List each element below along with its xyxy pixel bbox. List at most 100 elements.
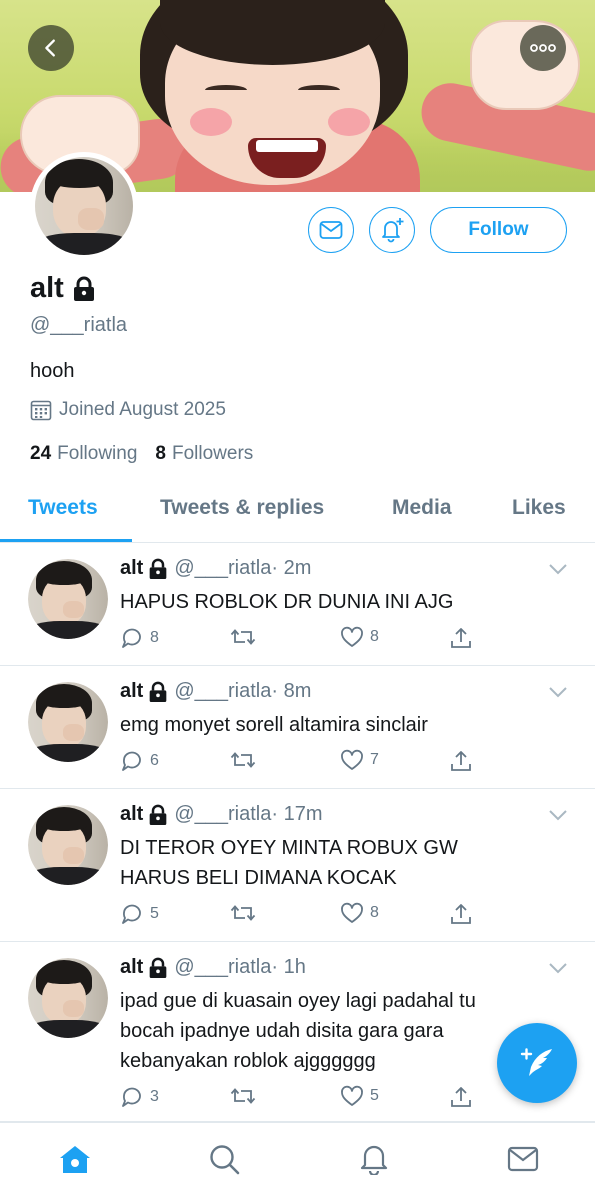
tweet-avatar[interactable] bbox=[28, 805, 108, 885]
tweet-text: emg monyet sorell altamira sinclair bbox=[120, 714, 428, 736]
active-tab-indicator bbox=[0, 539, 132, 542]
reply-count: 8 bbox=[150, 629, 159, 646]
retweet-icon bbox=[230, 752, 256, 768]
chevron-down-icon[interactable] bbox=[548, 962, 568, 974]
reply-icon bbox=[122, 904, 141, 924]
tweet[interactable]: alt @___riatla · 2m HAPUS ROBLOK DR DUNIA I… bbox=[0, 543, 595, 666]
like-button[interactable]: 8 bbox=[340, 626, 379, 648]
tweet-author-name: alt bbox=[120, 680, 144, 702]
nav-messages[interactable] bbox=[503, 1139, 543, 1179]
reply-button[interactable]: 3 bbox=[120, 1085, 159, 1109]
retweet-icon bbox=[230, 629, 256, 645]
nav-home[interactable] bbox=[55, 1139, 95, 1179]
nav-search[interactable] bbox=[204, 1139, 244, 1179]
profile-display-name: alt bbox=[30, 272, 96, 305]
tweet-actions: 88 bbox=[120, 626, 480, 652]
tweet-actions: 58 bbox=[120, 902, 480, 928]
home-icon bbox=[60, 1146, 90, 1173]
follow-button[interactable]: Follow bbox=[430, 207, 567, 253]
tweet-header: alt @___riatla · 8m bbox=[120, 680, 311, 703]
nav-notifications[interactable] bbox=[354, 1139, 394, 1179]
reply-count: 3 bbox=[150, 1088, 159, 1105]
chevron-down-icon[interactable] bbox=[548, 563, 568, 575]
reply-button[interactable]: 6 bbox=[120, 749, 159, 773]
avatar-image bbox=[28, 958, 108, 1038]
bell-icon bbox=[360, 1145, 388, 1175]
share-icon bbox=[451, 1087, 471, 1107]
heart-icon bbox=[341, 626, 363, 647]
share-button[interactable] bbox=[450, 1085, 472, 1109]
tweet-header: alt @___riatla · 1h bbox=[120, 956, 306, 979]
like-button[interactable]: 5 bbox=[340, 1085, 379, 1107]
back-button[interactable] bbox=[28, 25, 74, 71]
like-count: 8 bbox=[370, 628, 379, 645]
tweet-author-handle: @___riatla bbox=[174, 557, 272, 579]
chevron-left-icon bbox=[45, 39, 55, 57]
lock-icon bbox=[150, 957, 167, 978]
tweet-author-name: alt bbox=[120, 557, 144, 579]
retweet-button[interactable] bbox=[230, 1085, 262, 1107]
profile-bio: hooh bbox=[30, 360, 75, 382]
tweet-header: alt @___riatla · 2m bbox=[120, 557, 311, 580]
more-options-button[interactable] bbox=[520, 25, 566, 71]
tweet-author-handle: @___riatla bbox=[174, 956, 272, 978]
avatar-image bbox=[28, 805, 108, 885]
retweet-button[interactable] bbox=[230, 902, 262, 924]
following-link[interactable]: 24 Following bbox=[30, 443, 137, 465]
lock-icon bbox=[150, 681, 167, 702]
retweet-icon bbox=[230, 905, 256, 921]
tab-media[interactable]: Media bbox=[392, 496, 452, 520]
tweet-actions: 35 bbox=[120, 1085, 480, 1111]
retweet-icon bbox=[230, 1088, 256, 1104]
tab-likes[interactable]: Likes bbox=[512, 496, 566, 520]
lock-icon bbox=[150, 804, 167, 825]
compose-quill-icon bbox=[520, 1048, 552, 1076]
reply-count: 5 bbox=[150, 905, 159, 922]
follow-stats: 24 Following 8 Followers bbox=[30, 443, 253, 465]
reply-button[interactable]: 5 bbox=[120, 902, 159, 926]
tab-tweets[interactable]: Tweets bbox=[28, 496, 98, 520]
lock-icon bbox=[150, 558, 167, 579]
like-button[interactable]: 7 bbox=[340, 749, 379, 771]
share-button[interactable] bbox=[450, 902, 472, 926]
tweet[interactable]: alt @___riatla · 1h ipad gue di kuasain oye… bbox=[0, 942, 595, 1122]
notifications-button[interactable] bbox=[369, 207, 415, 253]
calendar-icon bbox=[30, 400, 52, 421]
heart-icon bbox=[341, 902, 363, 923]
tweet-avatar[interactable] bbox=[28, 958, 108, 1038]
tab-tweets-replies[interactable]: Tweets & replies bbox=[160, 496, 324, 520]
tweet-author-name: alt bbox=[120, 956, 144, 978]
avatar-image bbox=[28, 682, 108, 762]
tweet-timestamp: · 8m bbox=[271, 680, 312, 702]
chevron-down-icon[interactable] bbox=[548, 809, 568, 821]
share-button[interactable] bbox=[450, 626, 472, 650]
tweet-timestamp: · 17m bbox=[271, 803, 323, 825]
lock-icon bbox=[73, 276, 94, 301]
share-button[interactable] bbox=[450, 749, 472, 773]
mail-icon bbox=[319, 221, 343, 239]
joined-date: Joined August 2025 bbox=[30, 399, 226, 421]
profile-avatar[interactable] bbox=[30, 152, 138, 260]
retweet-button[interactable] bbox=[230, 749, 262, 771]
avatar-image bbox=[28, 559, 108, 639]
like-button[interactable]: 8 bbox=[340, 902, 379, 924]
tweet[interactable]: alt @___riatla · 8m emg monyet sorell altam… bbox=[0, 666, 595, 789]
message-button[interactable] bbox=[308, 207, 354, 253]
reply-icon bbox=[122, 1087, 141, 1107]
chevron-down-icon[interactable] bbox=[548, 686, 568, 698]
tweet-timestamp: · 2m bbox=[271, 557, 312, 579]
tweet-header: alt @___riatla · 17m bbox=[120, 803, 323, 826]
tweet-text: HAPUS ROBLOK DR DUNIA INI AJG bbox=[120, 591, 454, 613]
tweet-avatar[interactable] bbox=[28, 559, 108, 639]
tweet[interactable]: alt @___riatla · 17m DI TEROR OYEY MINTA RO… bbox=[0, 789, 595, 942]
tweet-avatar[interactable] bbox=[28, 682, 108, 762]
tweet-author-handle: @___riatla bbox=[174, 680, 272, 702]
like-count: 5 bbox=[370, 1087, 379, 1104]
tweet-text: DI TEROR OYEY MINTA ROBUX GW HARUS BELI … bbox=[120, 837, 458, 889]
bell-plus-icon bbox=[382, 218, 404, 243]
avatar-image bbox=[35, 157, 133, 255]
compose-tweet-button[interactable] bbox=[497, 1023, 577, 1103]
retweet-button[interactable] bbox=[230, 626, 262, 648]
reply-button[interactable]: 8 bbox=[120, 626, 159, 650]
followers-link[interactable]: 8 Followers bbox=[155, 443, 253, 465]
